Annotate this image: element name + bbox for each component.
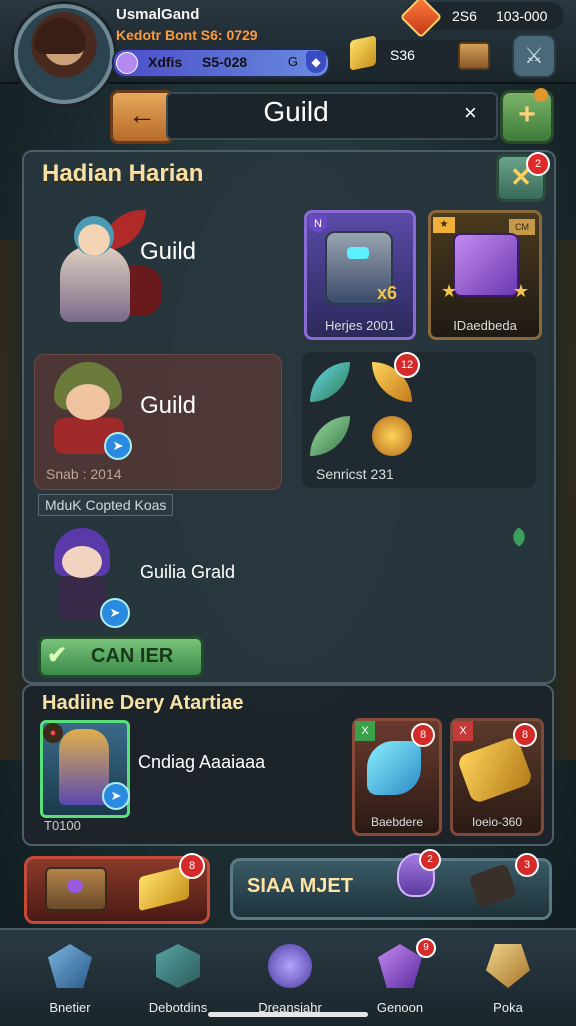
hero2-stat: Snab : 2014	[46, 466, 122, 482]
xp-end: G	[287, 54, 298, 69]
action-badge: 2	[419, 849, 441, 871]
lock-icon: ●	[43, 723, 63, 743]
star-icon: ★	[512, 281, 529, 301]
back-button[interactable]: ←	[110, 90, 174, 144]
reward-card-cannon[interactable]: X 8 Ioeio-360	[450, 718, 544, 836]
card-multiplier: x6	[376, 283, 397, 303]
card-tag: X	[355, 721, 375, 741]
gem-value-a: 2S6	[452, 8, 477, 24]
card-label: Herjes 2001	[324, 318, 396, 333]
nav-item-summon[interactable]: Dreansiahr	[240, 940, 340, 1020]
crystal-icon	[310, 416, 350, 456]
cancel-button[interactable]: ✔ CAN IER	[38, 636, 204, 678]
panel2-title: Hadiine Dery Atartiae	[42, 692, 244, 714]
body-shape	[58, 576, 106, 620]
card-label: Senricst 231	[316, 466, 394, 482]
body-shape	[60, 246, 130, 322]
action-badge: 8	[179, 853, 205, 879]
gold-value: S36	[390, 47, 415, 63]
anvil-icon	[468, 863, 518, 909]
treasure-action-button[interactable]: 8	[24, 853, 210, 924]
sword-settings-button[interactable]: ⚔	[512, 34, 556, 78]
gold-helmet-icon	[372, 416, 412, 456]
lightning-badge-icon: ➤	[104, 432, 132, 460]
head-shape	[74, 216, 114, 256]
card-badge: 8	[513, 723, 537, 747]
avatar-hair	[34, 18, 86, 54]
page-title: Guild	[263, 96, 329, 127]
card-label: IDaedbeda	[453, 318, 517, 333]
card-badge: 12	[394, 352, 420, 378]
treasure-chest-icon	[45, 867, 107, 911]
shield-icon[interactable]: ◆	[306, 51, 326, 73]
crystal-icon	[310, 362, 350, 402]
summon-action-button[interactable]: SIAA MJET 2 3	[230, 849, 552, 920]
player-name: UsmalGand	[116, 6, 200, 23]
face-shape	[62, 546, 102, 578]
hero-name: Cndiag Aaaiaaa	[138, 752, 266, 772]
gem-value-b: 103-000	[496, 8, 548, 24]
hero2-label: Guild	[140, 392, 197, 419]
xp-bar: Xdfis S5-028 G ◆	[112, 48, 330, 78]
sword-icon	[48, 944, 92, 988]
nav-item-guild[interactable]: 9 Genoon	[350, 938, 450, 1020]
nav-item-battle[interactable]: Bnetier	[20, 940, 120, 1020]
lightning-badge-icon: ➤	[102, 782, 130, 810]
orb-icon	[268, 944, 312, 988]
hammer-icon	[156, 944, 200, 988]
chest-icon[interactable]	[458, 42, 490, 70]
nav-item-shop[interactable]: Poka	[458, 940, 558, 1020]
hero-code: T0100	[44, 818, 81, 833]
title-close-button[interactable]: ×	[464, 100, 477, 126]
hero3-label: Guilia Grald	[140, 562, 236, 582]
action-badge: 3	[515, 853, 539, 877]
face-shape	[66, 384, 110, 420]
checkmark-icon: ✔	[47, 642, 68, 669]
star-icon: ★	[441, 281, 458, 301]
copied-tag: MduK Copted Koas	[38, 494, 174, 516]
nav-badge: 9	[416, 938, 436, 958]
hero-winged-mage[interactable]	[38, 206, 162, 330]
nav-item-heroes[interactable]: Debotdins	[128, 940, 228, 1020]
close-badge: 2	[526, 152, 550, 176]
player-subtitle: Kedotr Bont S6: 0729	[116, 27, 258, 43]
panel-title: Hadian Harian	[42, 160, 204, 187]
gold-bar-icon	[350, 35, 376, 71]
card-tag: N	[309, 215, 327, 233]
nav-label: Poka	[493, 1000, 523, 1015]
blue-crystal-icon	[367, 741, 421, 795]
xp-value: S5-028	[202, 54, 248, 70]
card-tag: X	[453, 721, 473, 741]
reward-card-crystal[interactable]: X 8 Baebdere	[352, 718, 442, 836]
home-indicator[interactable]	[208, 1012, 368, 1017]
bag-icon	[486, 944, 530, 988]
purple-chest-icon	[453, 233, 519, 297]
summon-label: SIAA MJET	[247, 875, 353, 897]
nav-label: Bnetier	[49, 1000, 91, 1015]
xp-label: Xdfis	[148, 54, 183, 70]
card-label: Baebdere	[370, 815, 424, 829]
reward-card-robot[interactable]: N x6 Herjes 2001	[304, 210, 416, 340]
add-notification-dot	[534, 88, 548, 102]
xp-gem-icon	[116, 52, 138, 74]
card-tag: ★	[433, 217, 455, 233]
lightning-badge-icon: ➤	[100, 598, 130, 628]
card-badge: 8	[411, 723, 435, 747]
reward-card-chest[interactable]: ★ CM ★ ★ IDaedbeda	[428, 210, 542, 340]
cancel-label: CAN IER	[91, 645, 174, 667]
hero1-label: Guild	[140, 238, 197, 265]
card-label: Ioeio-360	[471, 815, 523, 829]
player-avatar[interactable]	[14, 4, 114, 104]
